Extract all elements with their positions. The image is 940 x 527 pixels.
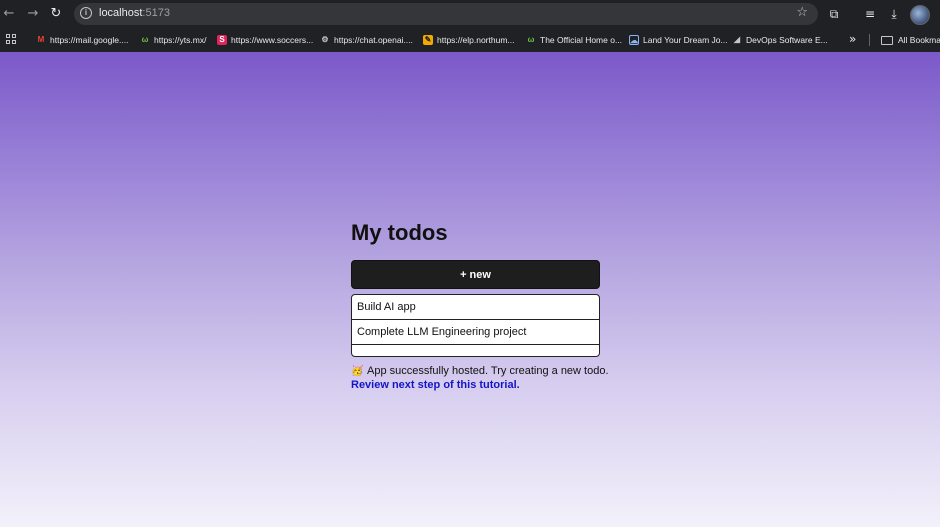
- yts-icon: ω: [141, 35, 149, 44]
- url-host: localhost: [99, 7, 143, 19]
- bookmarks-bar: M https://mail.google.... ω https://yts.…: [0, 28, 940, 52]
- forward-arrow-icon[interactable]: →: [24, 5, 42, 23]
- bookmark-label: The Official Home o...: [540, 35, 623, 45]
- profile-avatar[interactable]: [910, 5, 930, 25]
- devops-icon: ◢: [733, 35, 741, 44]
- soccer-site-icon: S: [217, 35, 227, 45]
- openai-icon: ⚙: [321, 35, 329, 44]
- back-arrow-icon[interactable]: ←: [0, 5, 18, 23]
- extensions-icon[interactable]: ⧉: [826, 6, 842, 22]
- todo-list: Build AI app Complete LLM Engineering pr…: [351, 294, 600, 357]
- page-viewport: My todos + new Build AI app Complete LLM…: [0, 52, 940, 527]
- download-icon[interactable]: ⤓: [886, 6, 902, 22]
- bookmark-label: https://mail.google....: [50, 35, 129, 45]
- bookmark-label: Land Your Dream Jo...: [643, 35, 728, 45]
- all-bookmarks-label: All Bookmar: [898, 35, 940, 45]
- bookmarks-divider: [869, 34, 870, 46]
- address-bar[interactable]: i localhost:5173 ☆: [74, 3, 818, 25]
- status-text: App successfully hosted. Try creating a …: [367, 365, 609, 377]
- new-todo-button[interactable]: + new: [351, 260, 600, 289]
- bookmark-devops[interactable]: ◢ DevOps Software E...: [732, 33, 828, 47]
- folder-icon: [881, 35, 893, 45]
- todo-app: My todos + new Build AI app Complete LLM…: [351, 217, 609, 391]
- official-home-icon: ω: [527, 35, 535, 44]
- browser-toolbar: ← → ↻ i localhost:5173 ☆ ⧉ ≡ ⤓: [0, 0, 940, 28]
- bookmark-star-icon[interactable]: ☆: [796, 5, 808, 20]
- job-cloud-icon: ☁: [629, 35, 639, 45]
- party-face-icon: 🥳: [351, 366, 364, 377]
- page-title: My todos: [351, 220, 448, 245]
- bookmark-label: https://chat.openai....: [334, 35, 413, 45]
- bookmark-label: https://yts.mx/: [154, 35, 207, 45]
- bookmark-job[interactable]: ☁ Land Your Dream Jo...: [629, 33, 728, 47]
- bookmark-elp[interactable]: ✎ https://elp.northum...: [423, 33, 514, 47]
- url-port: :5173: [142, 7, 170, 19]
- bookmark-label: DevOps Software E...: [746, 35, 828, 45]
- reload-icon[interactable]: ↻: [47, 5, 65, 23]
- todo-item[interactable]: Build AI app: [352, 295, 599, 320]
- bookmark-yts[interactable]: ω https://yts.mx/: [140, 33, 207, 47]
- todo-list-footer: [352, 345, 599, 356]
- todo-item[interactable]: Complete LLM Engineering project: [352, 320, 599, 345]
- gmail-icon: M: [37, 35, 45, 44]
- url-text[interactable]: localhost:5173: [99, 7, 170, 19]
- bookmark-label: https://www.soccers...: [231, 35, 314, 45]
- bookmark-soccer[interactable]: S https://www.soccers...: [217, 33, 313, 47]
- all-bookmarks-button[interactable]: All Bookmar: [881, 33, 940, 47]
- media-controls-icon[interactable]: ≡: [862, 6, 878, 22]
- elp-icon: ✎: [423, 35, 433, 45]
- tutorial-link[interactable]: Review next step of this tutorial.: [351, 378, 611, 392]
- site-info-icon[interactable]: i: [80, 7, 92, 19]
- bookmark-official-home[interactable]: ω The Official Home o...: [526, 33, 622, 47]
- status-message: 🥳 App successfully hosted. Try creating a…: [351, 364, 611, 392]
- apps-grid-icon[interactable]: [6, 34, 16, 44]
- bookmark-label: https://elp.northum...: [437, 35, 515, 45]
- bookmark-openai[interactable]: ⚙ https://chat.openai....: [320, 33, 413, 47]
- bookmark-gmail[interactable]: M https://mail.google....: [36, 33, 129, 47]
- bookmarks-overflow-icon[interactable]: »: [849, 32, 856, 46]
